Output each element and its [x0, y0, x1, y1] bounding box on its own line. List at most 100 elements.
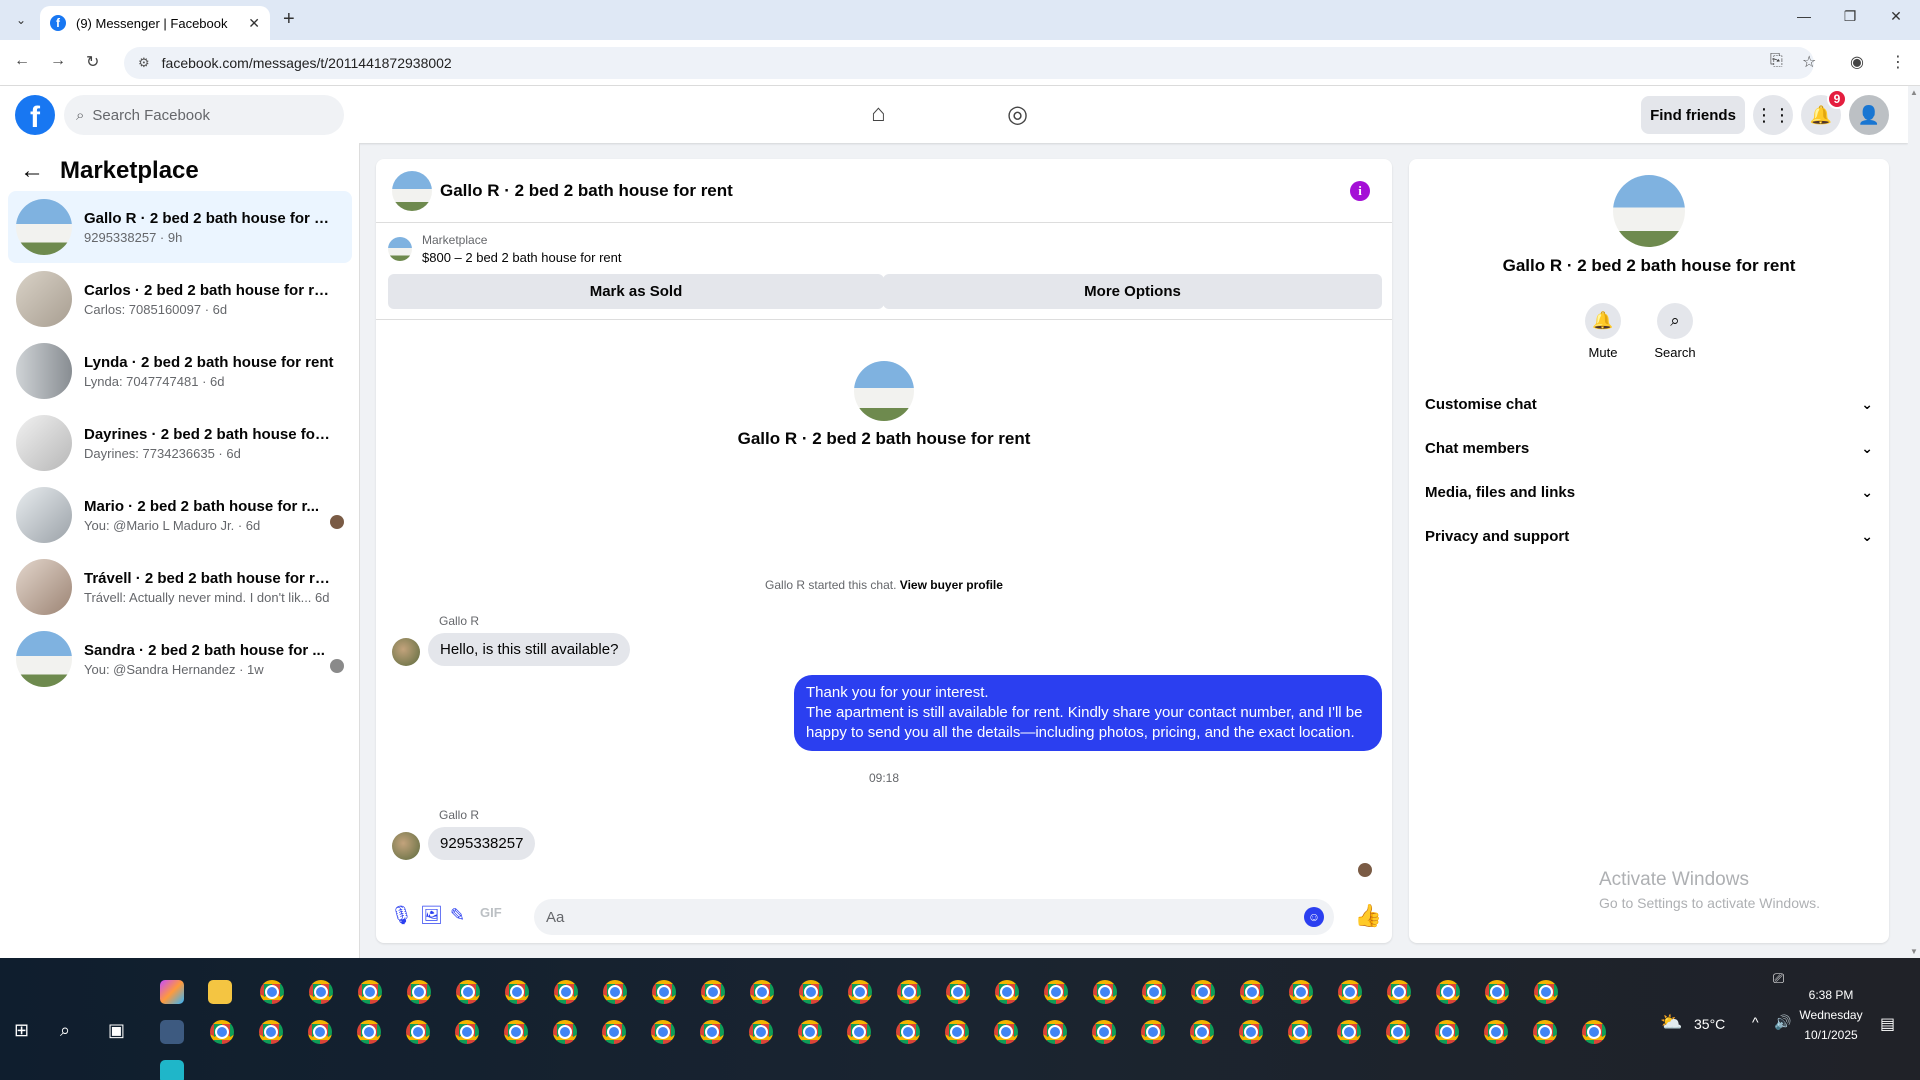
file-explorer-icon[interactable]	[208, 980, 232, 1004]
account-avatar[interactable]: 👤	[1849, 95, 1889, 135]
bookmark-star-icon[interactable]: ☆	[1802, 52, 1816, 72]
chrome-taskbar-icon[interactable]	[1240, 980, 1264, 1004]
windows-start-icon[interactable]: ⊞	[14, 1020, 29, 1041]
chrome-taskbar-icon[interactable]	[848, 980, 872, 1004]
chrome-taskbar-icon[interactable]	[994, 1020, 1018, 1044]
chrome-taskbar-icon[interactable]	[1337, 1020, 1361, 1044]
sender-avatar[interactable]	[392, 832, 420, 860]
profile-icon[interactable]: ◉	[1850, 52, 1864, 72]
chrome-taskbar-icon[interactable]	[897, 980, 921, 1004]
page-scrollbar[interactable]: ▲ ▼	[1908, 86, 1920, 958]
chrome-taskbar-icon[interactable]	[455, 1020, 479, 1044]
mark-as-sold-button[interactable]: Mark as Sold	[388, 274, 884, 309]
chrome-taskbar-icon[interactable]	[1485, 980, 1509, 1004]
clock[interactable]: 6:38 PM Wednesday 10/1/2025	[1798, 988, 1864, 1042]
back-arrow-icon[interactable]: ←	[20, 157, 44, 185]
conversation-item[interactable]: Carlos · 2 bed 2 bath house for rent Carl…	[8, 263, 352, 335]
chrome-taskbar-icon[interactable]	[456, 980, 480, 1004]
chrome-taskbar-icon[interactable]	[406, 1020, 430, 1044]
chrome-taskbar-icon[interactable]	[309, 980, 333, 1004]
chrome-taskbar-icon[interactable]	[1387, 980, 1411, 1004]
apps-menu-icon[interactable]: ⋮⋮	[1753, 95, 1793, 135]
chrome-taskbar-icon[interactable]	[1338, 980, 1362, 1004]
facebook-logo-icon[interactable]: f	[15, 95, 55, 135]
chrome-taskbar-icon[interactable]	[553, 1020, 577, 1044]
task-view-icon[interactable]: ▣	[108, 1020, 125, 1041]
chrome-taskbar-icon[interactable]	[847, 1020, 871, 1044]
privacy-support-section[interactable]: Privacy and support ⌄	[1425, 514, 1873, 558]
message-bubble-incoming[interactable]: 9295338257	[428, 827, 536, 860]
chat-avatar[interactable]	[392, 170, 432, 211]
media-files-links-section[interactable]: Media, files and links ⌄	[1425, 470, 1873, 514]
chrome-taskbar-icon[interactable]	[1191, 980, 1215, 1004]
chrome-taskbar-icon[interactable]	[1142, 980, 1166, 1004]
microphone-icon[interactable]: 🎙	[390, 905, 413, 926]
facebook-search-input[interactable]: ⌕ Search Facebook	[64, 95, 344, 135]
chrome-taskbar-icon[interactable]	[1288, 1020, 1312, 1044]
gif-icon[interactable]: GIF	[480, 905, 502, 920]
conversation-item[interactable]: Gallo R · 2 bed 2 bath house for rent 929…	[8, 191, 352, 263]
scroll-up-icon[interactable]: ▲	[1910, 88, 1918, 97]
minimize-icon[interactable]: —	[1784, 8, 1824, 24]
chrome-taskbar-icon[interactable]	[700, 1020, 724, 1044]
photo-icon[interactable]: 🖼	[420, 905, 443, 926]
chrome-taskbar-icon[interactable]	[603, 980, 627, 1004]
install-app-icon[interactable]: ⎘	[1770, 52, 1783, 70]
message-input[interactable]: Aa ☺	[534, 899, 1334, 935]
chrome-taskbar-icon[interactable]	[1534, 980, 1558, 1004]
chrome-taskbar-icon[interactable]	[945, 1020, 969, 1044]
thumbs-up-icon[interactable]: 👍	[1355, 903, 1382, 929]
chrome-taskbar-icon[interactable]	[1043, 1020, 1067, 1044]
copilot-icon[interactable]	[160, 980, 184, 1004]
reload-icon[interactable]: ↻	[86, 52, 99, 72]
tray-chevron-icon[interactable]: ^	[1752, 1014, 1759, 1030]
chat-title[interactable]: Gallo R · 2 bed 2 bath house for rent	[440, 181, 733, 201]
chrome-taskbar-icon[interactable]	[1436, 980, 1460, 1004]
sticker-icon[interactable]: ✎	[450, 905, 465, 926]
chrome-taskbar-icon[interactable]	[701, 980, 725, 1004]
chrome-taskbar-icon[interactable]	[308, 1020, 332, 1044]
new-tab-icon[interactable]: +	[283, 8, 295, 31]
find-friends-button[interactable]: Find friends	[1641, 96, 1745, 134]
conversation-item[interactable]: Mario · 2 bed 2 bath house for r... You: …	[8, 479, 352, 551]
chrome-taskbar-icon[interactable]	[799, 980, 823, 1004]
chrome-taskbar-icon[interactable]	[651, 1020, 675, 1044]
chrome-taskbar-icon[interactable]	[505, 980, 529, 1004]
message-bubble-incoming[interactable]: Hello, is this still available?	[428, 633, 631, 666]
chrome-taskbar-icon[interactable]	[749, 1020, 773, 1044]
mute-button[interactable]: 🔔 Mute	[1573, 303, 1633, 360]
conversation-item[interactable]: Dayrines · 2 bed 2 bath house for r... Da…	[8, 407, 352, 479]
home-icon[interactable]: ⌂	[871, 100, 886, 128]
chrome-taskbar-icon[interactable]	[210, 1020, 234, 1044]
chrome-taskbar-icon[interactable]	[1484, 1020, 1508, 1044]
chrome-taskbar-icon[interactable]	[1239, 1020, 1263, 1044]
back-icon[interactable]: ←	[14, 52, 30, 70]
search-in-chat-button[interactable]: ⌕ Search	[1645, 303, 1705, 360]
conversation-item[interactable]: Sandra · 2 bed 2 bath house for ... You: …	[8, 623, 352, 695]
groups-icon[interactable]: ◎	[1007, 100, 1028, 129]
scroll-down-icon[interactable]: ▼	[1910, 947, 1918, 956]
listing-summary[interactable]: Marketplace $800 – 2 bed 2 bath house fo…	[388, 233, 622, 265]
url-field[interactable]: ⚙ facebook.com/messages/t/20114418729380…	[124, 47, 1814, 79]
chrome-taskbar-icon[interactable]	[946, 980, 970, 1004]
chrome-taskbar-icon[interactable]	[1093, 980, 1117, 1004]
chrome-taskbar-icon[interactable]	[357, 1020, 381, 1044]
chrome-taskbar-icon[interactable]	[1092, 1020, 1116, 1044]
sender-avatar[interactable]	[392, 638, 420, 666]
chrome-taskbar-icon[interactable]	[995, 980, 1019, 1004]
browser-tab[interactable]: f (9) Messenger | Facebook ✕	[40, 6, 270, 40]
weather-temp[interactable]: 35°C	[1694, 1016, 1725, 1032]
more-options-button[interactable]: More Options	[883, 274, 1382, 309]
taskbar-search-icon[interactable]: ⌕	[60, 1020, 70, 1041]
chrome-taskbar-icon[interactable]	[1582, 1020, 1606, 1044]
chrome-taskbar-icon[interactable]	[1533, 1020, 1557, 1044]
site-info-icon[interactable]: ⚙	[138, 55, 150, 71]
chrome-taskbar-icon[interactable]	[259, 1020, 283, 1044]
restore-icon[interactable]: ❐	[1830, 8, 1870, 25]
browser-menu-icon[interactable]: ⋮	[1890, 52, 1906, 72]
chrome-taskbar-icon[interactable]	[260, 980, 284, 1004]
chrome-taskbar-icon[interactable]	[798, 1020, 822, 1044]
view-buyer-profile-link[interactable]: View buyer profile	[900, 578, 1003, 592]
emoji-icon[interactable]: ☺	[1304, 907, 1324, 927]
chrome-taskbar-icon[interactable]	[504, 1020, 528, 1044]
